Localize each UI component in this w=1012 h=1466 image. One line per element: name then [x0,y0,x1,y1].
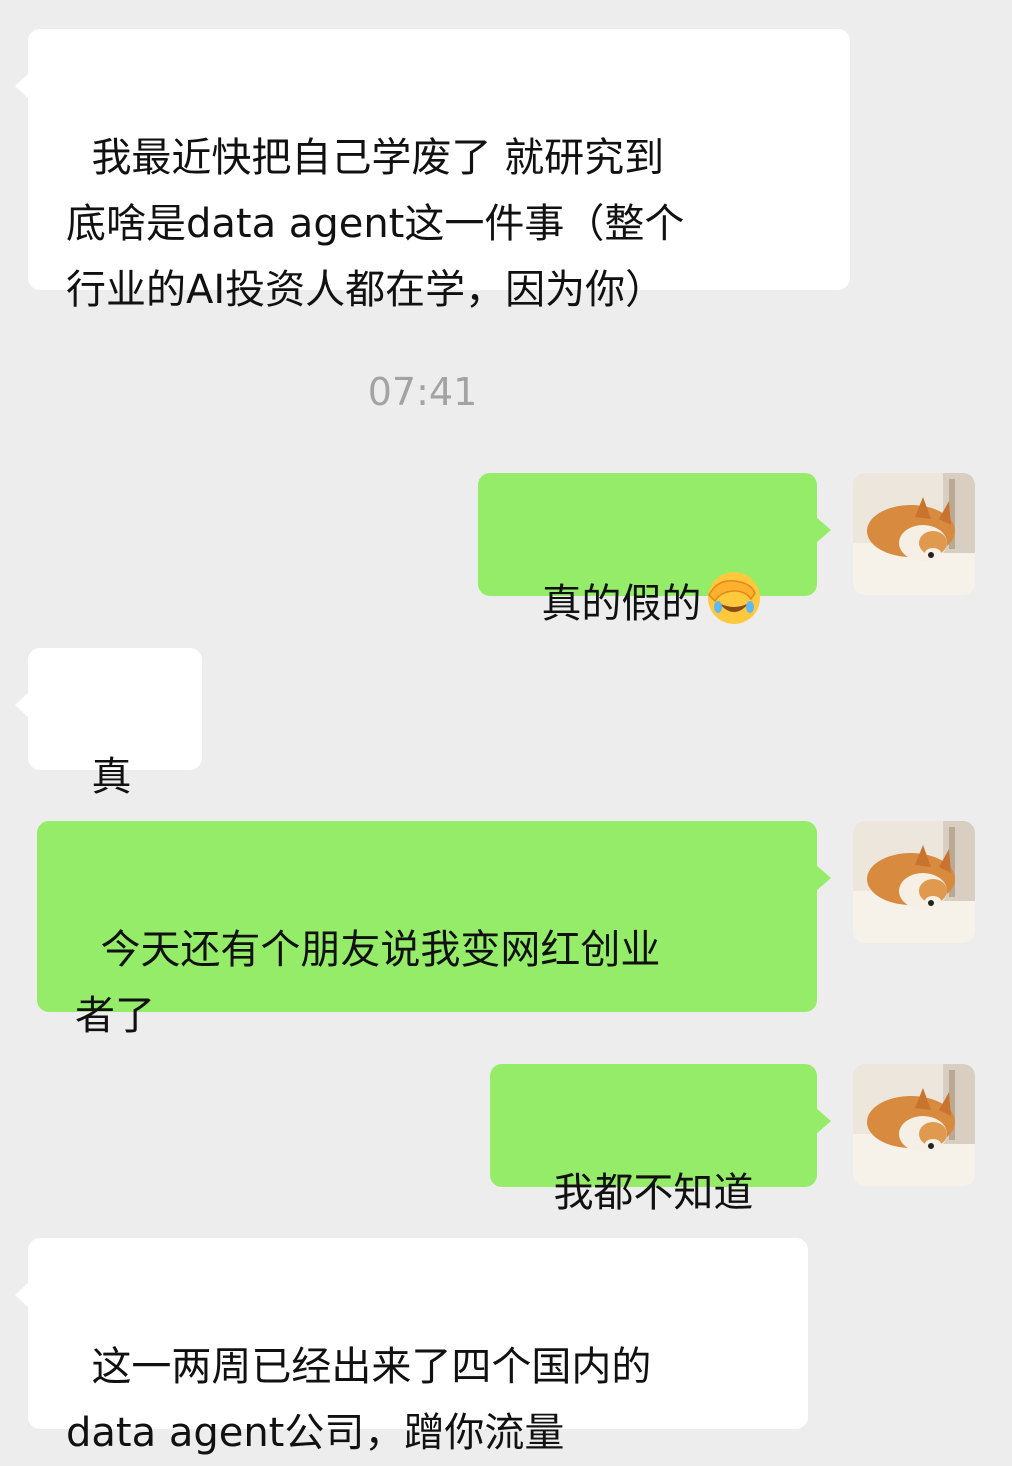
message-text: 我都不知道 [553,1170,754,1216]
incoming-message-bubble[interactable]: 我最近快把自己学废了 就研究到 底啥是data agent这一件事（整个 行业的… [15,29,850,313]
message-text: 这一两周已经出来了四个国内的 data agent公司，蹭你流量 [66,1344,652,1456]
outgoing-message-bubble[interactable]: 我都不知道 [490,1064,831,1216]
message-text: 今天还有个朋友说我变网红创业 者了 [75,927,661,1039]
facepalm-emoji-icon [705,569,763,627]
my-avatar[interactable] [853,821,975,943]
incoming-message-bubble[interactable]: 这一两周已经出来了四个国内的 data agent公司，蹭你流量 [15,1238,808,1456]
outgoing-message-bubble[interactable]: 真的假的 [478,473,831,627]
my-avatar[interactable] [853,1064,975,1186]
message-text: 真的假的 [541,581,702,627]
incoming-message-bubble[interactable]: 真的 [15,648,202,866]
my-avatar[interactable] [853,473,975,595]
outgoing-message-bubble[interactable]: 今天还有个朋友说我变网红创业 者了 [37,821,831,1039]
message-timestamp: 07:41 [367,370,478,414]
message-text: 我最近快把自己学废了 就研究到 底啥是data agent这一件事（整个 行业的… [66,135,685,313]
